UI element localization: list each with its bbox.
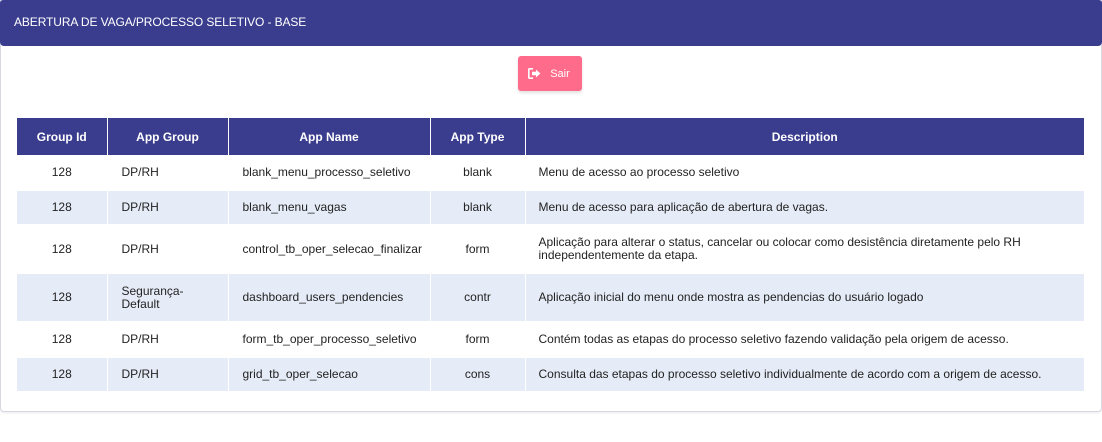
table-header-row: Group Id App Group App Name App Type Des… bbox=[17, 118, 1084, 155]
cell-app-type: contr bbox=[430, 273, 526, 323]
cell-group-id: 128 bbox=[17, 357, 108, 393]
cell-description: Aplicação inicial do menu onde mostra as… bbox=[525, 273, 1084, 323]
cell-app-type: blank bbox=[430, 190, 526, 226]
cell-group-id: 128 bbox=[17, 273, 108, 323]
cell-app-name: blank_menu_vagas bbox=[228, 190, 431, 226]
column-header-description[interactable]: Description bbox=[525, 118, 1084, 155]
cell-app-group: Segurança-Default bbox=[107, 273, 229, 323]
cell-app-type: blank bbox=[430, 155, 526, 191]
cell-app-group: DP/RH bbox=[107, 225, 229, 274]
table-row[interactable]: 128 DP/RH blank_menu_vagas blank Menu de… bbox=[17, 190, 1084, 226]
cell-app-type: form bbox=[430, 322, 526, 358]
cell-app-name: control_tb_oper_selecao_finalizar bbox=[228, 225, 431, 274]
page-title: ABERTURA DE VAGA/PROCESSO SELETIVO - BAS… bbox=[14, 15, 307, 29]
exit-button-label: Sair bbox=[550, 67, 570, 80]
cell-app-name: grid_tb_oper_selecao bbox=[228, 357, 431, 393]
column-header-app-name[interactable]: App Name bbox=[228, 118, 431, 155]
cell-group-id: 128 bbox=[17, 155, 108, 191]
sign-out-icon bbox=[528, 68, 541, 79]
exit-button[interactable]: Sair bbox=[518, 56, 582, 91]
column-header-app-type[interactable]: App Type bbox=[430, 118, 526, 155]
table-row[interactable]: 128 DP/RH control_tb_oper_selecao_finali… bbox=[17, 225, 1084, 274]
table-row[interactable]: 128 DP/RH blank_menu_processo_seletivo b… bbox=[17, 155, 1084, 191]
cell-description: Consulta das etapas do processo seletivo… bbox=[525, 357, 1084, 393]
table-row[interactable]: 128 Segurança-Default dashboard_users_pe… bbox=[17, 273, 1084, 323]
cell-group-id: 128 bbox=[17, 225, 108, 274]
cell-description: Aplicação para alterar o status, cancela… bbox=[525, 225, 1084, 274]
cell-app-name: blank_menu_processo_seletivo bbox=[228, 155, 431, 191]
cell-app-group: DP/RH bbox=[107, 322, 229, 358]
cell-description: Contém todas as etapas do processo selet… bbox=[525, 322, 1084, 358]
apps-table: Group Id App Group App Name App Type Des… bbox=[17, 118, 1084, 393]
cell-group-id: 128 bbox=[17, 322, 108, 358]
cell-description: Menu de acesso para aplicação de abertur… bbox=[525, 190, 1084, 226]
cell-group-id: 128 bbox=[17, 190, 108, 226]
column-header-group-id[interactable]: Group Id bbox=[17, 118, 108, 155]
cell-app-type: cons bbox=[430, 357, 526, 393]
table-row[interactable]: 128 DP/RH form_tb_oper_processo_seletivo… bbox=[17, 322, 1084, 358]
page-header: ABERTURA DE VAGA/PROCESSO SELETIVO - BAS… bbox=[0, 0, 1102, 46]
cell-app-group: DP/RH bbox=[107, 357, 229, 393]
column-header-app-group[interactable]: App Group bbox=[107, 118, 229, 155]
table-row[interactable]: 128 DP/RH grid_tb_oper_selecao cons Cons… bbox=[17, 357, 1084, 393]
cell-app-group: DP/RH bbox=[107, 155, 229, 191]
cell-description: Menu de acesso ao processo seletivo bbox=[525, 155, 1084, 191]
cell-app-type: form bbox=[430, 225, 526, 274]
cell-app-group: DP/RH bbox=[107, 190, 229, 226]
cell-app-name: dashboard_users_pendencies bbox=[228, 273, 431, 323]
cell-app-name: form_tb_oper_processo_seletivo bbox=[228, 322, 431, 358]
